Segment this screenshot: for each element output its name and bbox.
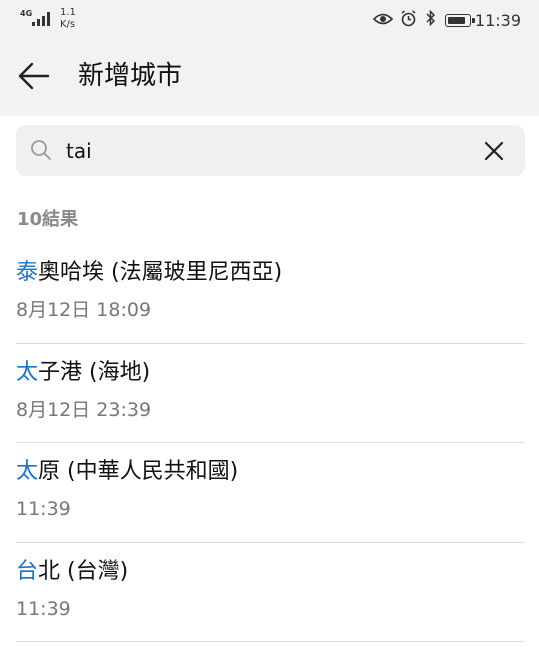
match-highlight: 太 bbox=[16, 359, 39, 385]
network-speed-unit: K/s bbox=[60, 19, 76, 30]
bluetooth-icon bbox=[424, 9, 438, 31]
city-name-rest: 子港 (海地) bbox=[38, 359, 151, 385]
battery-icon bbox=[444, 13, 475, 27]
results-list: 泰奧哈埃 (法屬玻里尼西亞) 8月12日 18:09 太子港 (海地) 8月12… bbox=[16, 244, 525, 642]
city-local-time: 8月12日 23:39 bbox=[16, 398, 152, 421]
search-icon bbox=[30, 139, 52, 165]
back-button[interactable] bbox=[14, 56, 54, 96]
city-name: 太原 (中華人民共和國) bbox=[16, 455, 238, 489]
city-name-rest: 原 (中華人民共和國) bbox=[38, 459, 239, 484]
city-local-time: 8月12日 18:09 bbox=[16, 299, 152, 321]
status-bar: 4G 1.1 K/s 11:39 bbox=[0, 0, 539, 38]
list-item[interactable]: 台北 (台灣) 11:39 bbox=[16, 543, 525, 642]
clear-search-button[interactable] bbox=[481, 138, 507, 164]
city-name-rest: 奧哈埃 (法屬玻里尼西亞) bbox=[38, 260, 283, 285]
results-count: 10結果 bbox=[17, 209, 79, 230]
close-icon bbox=[484, 141, 504, 161]
network-type: 4G bbox=[20, 9, 33, 18]
app-bar: 新增城市 bbox=[0, 44, 539, 108]
status-icons: 11:39 bbox=[372, 9, 521, 31]
city-name: 太子港 (海地) bbox=[16, 356, 150, 390]
alarm-icon bbox=[400, 9, 417, 31]
match-highlight: 太 bbox=[16, 459, 39, 484]
eye-icon bbox=[372, 11, 394, 30]
match-highlight: 台 bbox=[16, 558, 39, 584]
signal-icon bbox=[32, 12, 52, 26]
city-name-rest: 北 (台灣) bbox=[38, 558, 129, 584]
city-name: 台北 (台灣) bbox=[16, 555, 128, 589]
signal-indicator: 4G bbox=[20, 9, 54, 29]
list-item[interactable]: 太原 (中華人民共和國) 11:39 bbox=[16, 443, 525, 543]
page-title: 新增城市 bbox=[78, 61, 183, 91]
network-speed-value: 1.1 bbox=[60, 7, 76, 18]
search-box bbox=[16, 125, 525, 176]
list-item[interactable]: 泰奧哈埃 (法屬玻里尼西亞) 8月12日 18:09 bbox=[16, 244, 525, 344]
arrow-left-icon bbox=[18, 62, 50, 90]
city-local-time: 11:39 bbox=[16, 498, 71, 520]
list-item[interactable]: 太子港 (海地) 8月12日 23:39 bbox=[16, 344, 525, 443]
city-name: 泰奧哈埃 (法屬玻里尼西亞) bbox=[16, 256, 282, 290]
search-input[interactable] bbox=[66, 133, 466, 168]
network-speed: 1.1 K/s bbox=[60, 7, 86, 31]
city-local-time: 11:39 bbox=[16, 597, 71, 620]
match-highlight: 泰 bbox=[16, 260, 39, 285]
status-time: 11:39 bbox=[474, 10, 521, 30]
